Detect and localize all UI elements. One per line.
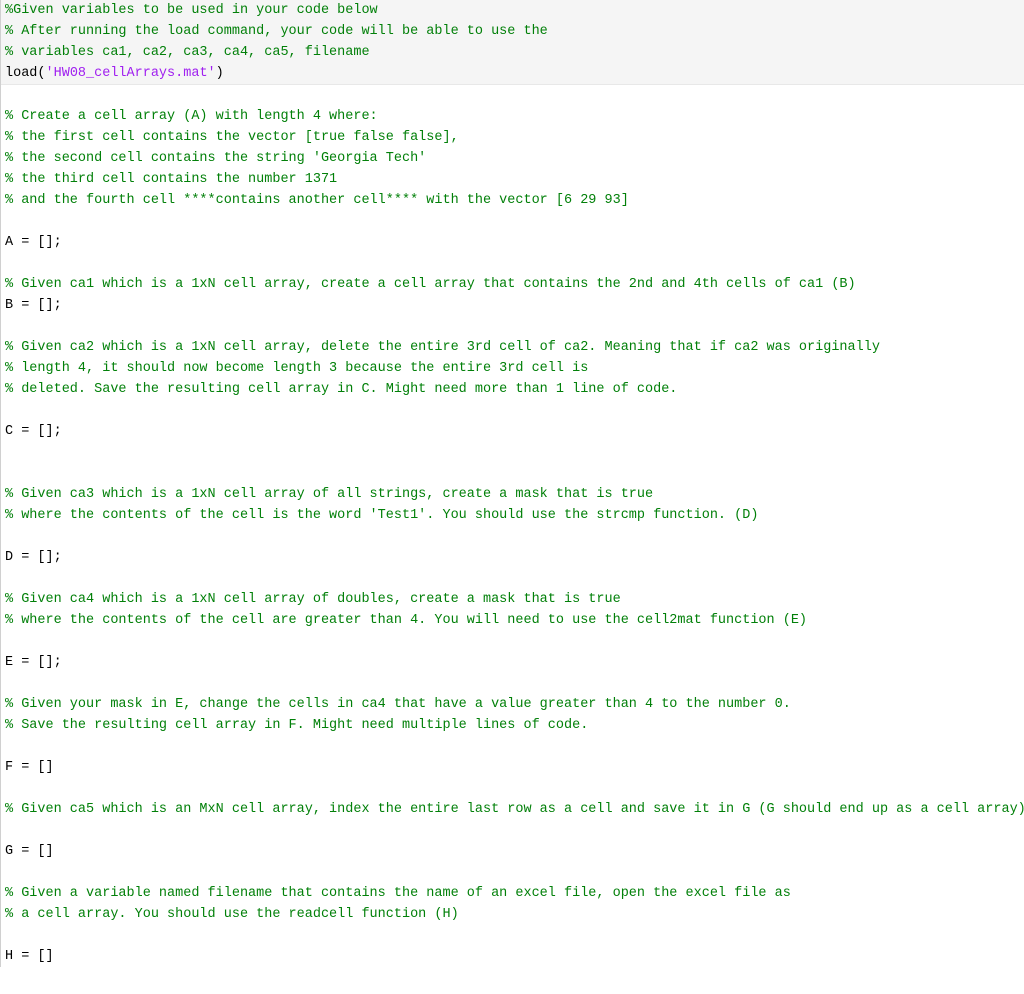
comment-line: % a cell array. You should use the readc… [1,904,1024,925]
load-line: load('HW08_cellArrays.mat') [1,63,1024,84]
blank-line [1,568,1024,589]
comment-line: % Create a cell array (A) with length 4 … [1,106,1024,127]
code-assignment-F: F = [] [1,757,1024,778]
comment-line: % Given ca2 which is a 1xN cell array, d… [1,337,1024,358]
blank-line [1,211,1024,232]
blank-line [1,820,1024,841]
blank-line [1,253,1024,274]
comment-line: % deleted. Save the resulting cell array… [1,379,1024,400]
comment-line: % Given your mask in E, change the cells… [1,694,1024,715]
blank-line [1,316,1024,337]
blank-line [1,673,1024,694]
blank-line [1,526,1024,547]
load-call: load( [5,66,46,81]
comment-line: % Given a variable named filename that c… [1,883,1024,904]
load-filename-string: 'HW08_cellArrays.mat' [46,66,216,81]
comment-line: % Given ca3 which is a 1xN cell array of… [1,484,1024,505]
comment-line: % the third cell contains the number 137… [1,169,1024,190]
code-assignment-G: G = [] [1,841,1024,862]
comment-line: % variables ca1, ca2, ca3, ca4, ca5, fil… [1,42,1024,63]
comment-line: %Given variables to be used in your code… [1,0,1024,21]
comment-line: % the first cell contains the vector [tr… [1,127,1024,148]
load-close-paren: ) [216,66,224,81]
blank-line [1,400,1024,421]
comment-line: % and the fourth cell ****contains anoth… [1,190,1024,211]
given-variables-block: %Given variables to be used in your code… [1,0,1024,85]
comment-line: % where the contents of the cell are gre… [1,610,1024,631]
comment-line: % Given ca4 which is a 1xN cell array of… [1,589,1024,610]
comment-line: % Save the resulting cell array in F. Mi… [1,715,1024,736]
blank-line [1,442,1024,463]
blank-line [1,778,1024,799]
code-assignment-E: E = []; [1,652,1024,673]
comment-line: % After running the load command, your c… [1,21,1024,42]
blank-line [1,85,1024,106]
code-assignment-B: B = []; [1,295,1024,316]
comment-line: % Given ca1 which is a 1xN cell array, c… [1,274,1024,295]
blank-line [1,862,1024,883]
blank-line [1,925,1024,946]
comment-line: % where the contents of the cell is the … [1,505,1024,526]
comment-line: % the second cell contains the string 'G… [1,148,1024,169]
blank-line [1,736,1024,757]
comment-line: % length 4, it should now become length … [1,358,1024,379]
code-assignment-A: A = []; [1,232,1024,253]
comment-line: % Given ca5 which is an MxN cell array, … [1,799,1024,820]
code-assignment-D: D = []; [1,547,1024,568]
code-assignment-H: H = [] [1,946,1024,967]
blank-line [1,631,1024,652]
code-assignment-C: C = []; [1,421,1024,442]
blank-line [1,463,1024,484]
code-editor[interactable]: %Given variables to be used in your code… [0,0,1024,967]
